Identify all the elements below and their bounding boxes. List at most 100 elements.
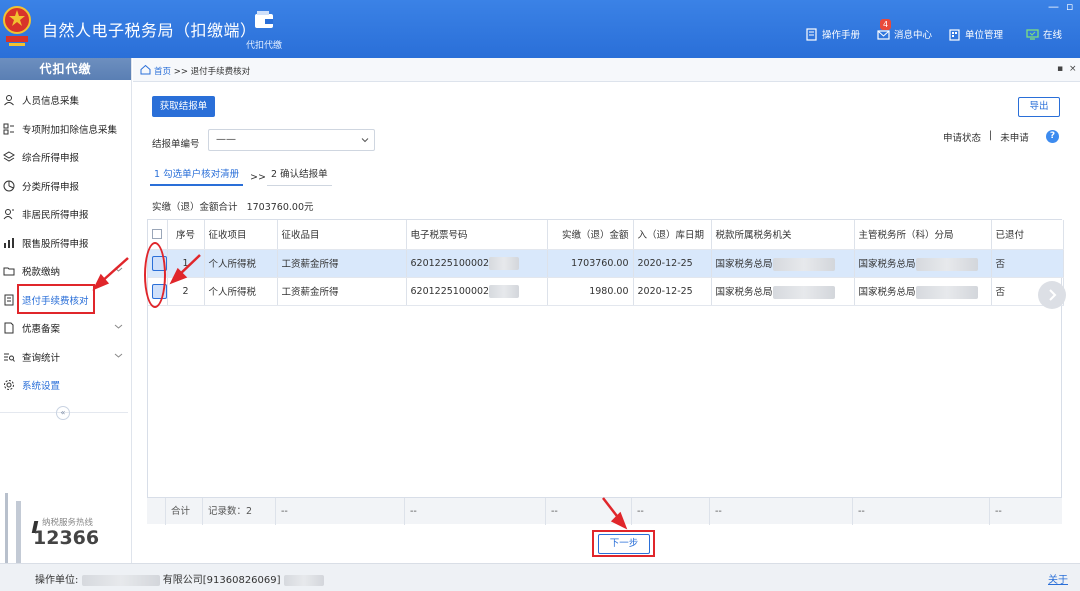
manual-link[interactable]: 操作手册 <box>805 27 860 41</box>
total-blank-cell <box>147 498 166 525</box>
pie-icon <box>3 180 15 192</box>
breadcrumb-bar: 首页 >> 退付手续费核对 ▪ × <box>133 58 1080 82</box>
about-link[interactable]: 关于 <box>1048 571 1068 586</box>
sidebar-item-special-deduction[interactable]: 专项附加扣除信息采集 <box>0 118 131 140</box>
chart-icon <box>4 238 14 248</box>
manual-icon <box>806 27 817 41</box>
restore-button[interactable]: ▫ <box>1066 0 1073 13</box>
column-header: 已退付 <box>991 220 1064 250</box>
redacted-mask <box>283 574 324 586</box>
module-label: 代扣代缴 <box>245 41 282 51</box>
tax-branch: 国家税务总局 <box>858 286 916 298</box>
summary-label: 实缴（退）金额合计 <box>152 202 238 213</box>
breadcrumb-separator: >> <box>173 67 188 77</box>
decor-bar <box>5 493 8 565</box>
module-withholding[interactable]: 代扣代缴 <box>242 10 286 51</box>
unit-management-link[interactable]: 单位管理 <box>948 27 1003 41</box>
sidebar-item-restricted-stock[interactable]: 限售股所得申报 <box>0 232 131 254</box>
total-cell: -- <box>710 498 853 525</box>
app-header: 自然人电子税务局（扣缴端） 代扣代缴 操作手册 4 消息中心 单位管理 在线 —… <box>0 0 1080 58</box>
mail-icon <box>877 29 890 40</box>
redacted-mask <box>915 257 978 271</box>
breadcrumb: 首页 >> 退付手续费核对 <box>154 65 250 77</box>
total-cell: -- <box>995 506 1002 517</box>
sidebar-item-label: 税款缴纳 <box>22 267 61 278</box>
column-header: 征收项目 <box>204 220 278 250</box>
search-list-icon <box>4 353 15 362</box>
help-icon[interactable]: ? <box>1046 130 1059 143</box>
sidebar-item-comprehensive[interactable]: 综合所得申报 <box>0 146 131 168</box>
sidebar-item-label: 非居民所得申报 <box>22 210 89 221</box>
fetch-report-button[interactable]: 获取结报单 <box>152 96 215 117</box>
annotation-ellipse <box>144 242 166 308</box>
annotation-highlight-box <box>592 530 655 557</box>
chevron-down-icon <box>114 324 123 329</box>
receipt-icon <box>4 294 14 306</box>
total-cell: -- <box>546 498 632 525</box>
close-tab-button[interactable]: × <box>1069 64 1077 74</box>
settings-icon <box>4 380 14 390</box>
storage-date: 2020-12-25 <box>633 249 712 278</box>
annotation-highlight-box <box>17 284 95 314</box>
sidebar-item-label: 综合所得申报 <box>22 153 80 164</box>
sidebar-item-label: 分类所得申报 <box>22 182 80 193</box>
ticket-no-cell: 6201225100002 <box>406 277 548 306</box>
folder-icon <box>3 267 15 276</box>
table-row[interactable]: 2 个人所得税 工资薪金所得 6201225100002 1980.00 202… <box>148 277 1064 306</box>
total-cell: -- <box>405 498 546 525</box>
national-emblem-icon <box>3 6 31 46</box>
online-status[interactable]: 在线 <box>1026 27 1062 41</box>
application-status: 申请状态 | 未申请 <box>943 130 1029 144</box>
unit-management-label: 单位管理 <box>965 30 1004 41</box>
branch-cell: 国家税务总局 <box>854 249 992 278</box>
chevron-down-icon <box>114 353 123 358</box>
pin-button[interactable]: ▪ <box>1057 64 1063 74</box>
minimize-button[interactable]: — <box>1048 0 1059 13</box>
levy-category: 工资薪金所得 <box>277 249 407 278</box>
step-tab-select[interactable]: 1 勾选单户核对清册 <box>150 168 244 186</box>
sidebar-title: 代扣代缴 <box>0 58 131 80</box>
sidebar-item-classified[interactable]: 分类所得申报 <box>0 175 131 197</box>
table-header-row: 序号 征收项目 征收品目 电子税票号码 实缴（退）金额 入（退）库日期 税款所属… <box>148 220 1064 250</box>
breadcrumb-home-link[interactable]: 首页 <box>154 67 171 77</box>
authority-cell: 国家税务总局 <box>711 277 855 306</box>
report-no-select[interactable]: —— <box>208 129 375 151</box>
select-all-checkbox[interactable] <box>152 229 163 240</box>
sidebar-item-preferential-filing[interactable]: 优惠备案 <box>0 317 131 339</box>
column-header: 实缴（退）金额 <box>547 220 634 250</box>
sidebar-item-label: 系统设置 <box>22 381 61 392</box>
redacted-mask <box>772 257 835 271</box>
table-row[interactable]: 1 个人所得税 工资薪金所得 6201225100002 1703760.00 … <box>148 249 1064 278</box>
scroll-right-button[interactable] <box>1038 281 1066 309</box>
branch-cell: 国家税务总局 <box>854 277 992 306</box>
sidebar-item-query-stats[interactable]: 查询统计 <box>0 346 131 368</box>
step-tab-confirm[interactable]: 2 确认结报单 <box>267 168 332 186</box>
storage-date: 2020-12-25 <box>633 277 712 306</box>
breadcrumb-current: 退付手续费核对 <box>190 67 251 77</box>
tax-branch: 国家税务总局 <box>858 258 916 270</box>
chevron-right-icon <box>1049 289 1057 301</box>
home-icon <box>140 64 151 75</box>
sidebar-collapse-button[interactable]: « <box>56 406 70 420</box>
sidebar-item-settings[interactable]: 系统设置 <box>0 374 131 396</box>
sidebar-item-label: 限售股所得申报 <box>22 239 89 250</box>
sidebar-item-nonresident[interactable]: 非居民所得申报 <box>0 203 131 225</box>
sidebar-item-tax-payment[interactable]: 税款缴纳 <box>0 260 131 282</box>
redacted-mask <box>915 285 978 299</box>
amount: 1980.00 <box>547 277 634 306</box>
ticket-no: 6201225100002 <box>410 285 490 297</box>
column-header: 税款所属税务机关 <box>711 220 855 250</box>
redacted-mask <box>81 574 160 586</box>
wallet-icon <box>255 11 273 28</box>
total-cell: -- <box>276 498 405 525</box>
hotline-panel: 纳税服务热线 12366 <box>0 483 132 568</box>
chevron-down-icon <box>114 267 123 272</box>
message-center-link[interactable]: 消息中心 <box>877 27 932 41</box>
summary-value: 1703760.00元 <box>246 202 314 213</box>
total-label: 合计 <box>166 498 203 525</box>
sidebar-item-personnel[interactable]: 人员信息采集 <box>0 89 131 111</box>
status-label: 申请状态 <box>943 133 982 144</box>
building-icon <box>949 28 960 41</box>
export-button[interactable]: 导出 <box>1018 97 1060 117</box>
doc-icon <box>4 322 14 334</box>
